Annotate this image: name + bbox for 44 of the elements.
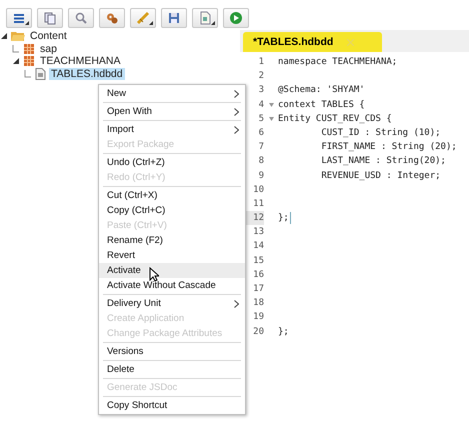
code-line: Entity CUST_REV_CDS {: [278, 114, 392, 124]
menu-icon: [12, 11, 26, 25]
toolbar-button[interactable]: [192, 8, 218, 28]
code-line: context TABLES {: [278, 100, 365, 110]
editor-tab[interactable]: *TABLES.hdbdd: [243, 32, 382, 52]
folder-icon: [11, 30, 25, 42]
toolbar-button[interactable]: [223, 8, 249, 28]
mouse-cursor-icon: [149, 267, 159, 282]
toolbar-button[interactable]: [6, 8, 32, 28]
toolbar-button[interactable]: [130, 8, 156, 28]
tree-item[interactable]: TEACHMEHANA: [38, 55, 123, 68]
toolbar-button[interactable]: [68, 8, 94, 28]
close-icon: [347, 38, 354, 46]
code-line: };: [278, 326, 289, 337]
package-icon: [23, 55, 35, 68]
tree-item[interactable]: sap: [38, 42, 59, 55]
save-icon: [167, 11, 181, 25]
menu-item[interactable]: Copy Shortcut: [99, 398, 245, 413]
dropdown-icon: [149, 21, 153, 25]
gears-icon: [105, 11, 119, 25]
code-line: CUST_ID : String (10);: [320, 128, 441, 138]
code-line: FIRST_NAME : String (20);: [320, 142, 457, 152]
tree-item[interactable]: TABLES.hdbdd: [49, 68, 125, 80]
code-line: namespace TEACHMEHANA;: [278, 57, 398, 68]
toolbar-button[interactable]: [161, 8, 187, 28]
menu-item[interactable]: Versions: [99, 344, 245, 359]
copy-icon: [43, 11, 57, 25]
dropdown-icon: [25, 21, 29, 25]
code-line: @Schema: 'SHYAM': [278, 85, 365, 96]
code-line: LAST_NAME : String(20);: [320, 156, 446, 166]
code-line: REVENUE_USD : Integer;: [320, 170, 441, 181]
tree-item[interactable]: Content: [28, 30, 69, 42]
text-cursor: [290, 212, 291, 224]
toolbar-button[interactable]: [37, 8, 63, 28]
file-icon: [35, 68, 46, 80]
code-line: };: [278, 213, 289, 224]
wand-icon: [136, 11, 150, 25]
package-icon: [23, 42, 35, 55]
toolbar-button[interactable]: [99, 8, 125, 28]
document-icon: [198, 11, 212, 25]
run-icon: [229, 11, 243, 25]
menu-item[interactable]: Delete: [99, 362, 245, 377]
dropdown-icon: [211, 21, 215, 25]
search-icon: [74, 11, 88, 25]
